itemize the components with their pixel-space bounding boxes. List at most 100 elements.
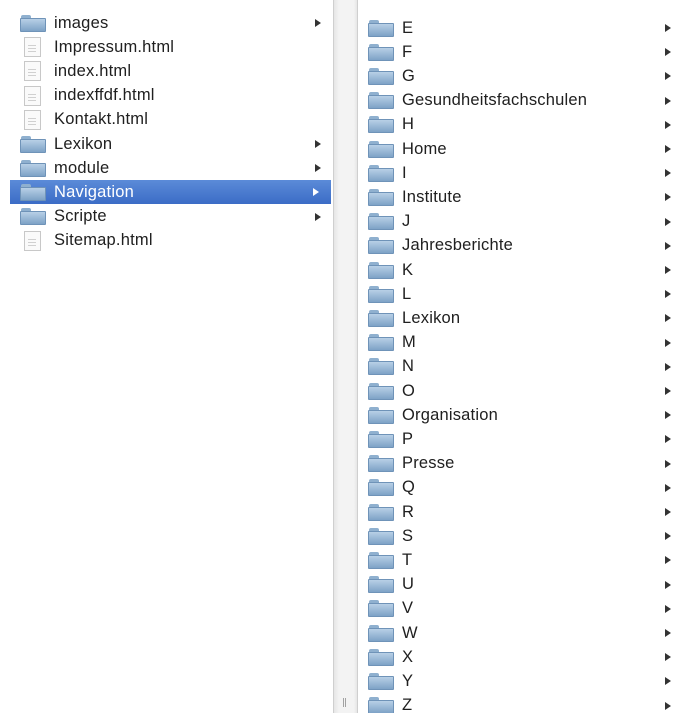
folder-icon — [368, 624, 394, 642]
disclosure-arrow-icon — [313, 188, 319, 197]
html-file-icon — [24, 109, 41, 130]
item-label: images — [54, 13, 109, 32]
item-label: T — [402, 550, 413, 569]
item-label: Jahresberichte — [402, 236, 514, 255]
item-label: P — [402, 429, 414, 448]
disclosure-arrow-icon — [665, 169, 671, 178]
column-resize-grip-icon[interactable]: || — [342, 698, 347, 708]
folder-icon — [368, 382, 394, 400]
item-label: Organisation — [402, 405, 498, 424]
folder-icon — [368, 140, 394, 158]
folder-item[interactable]: Z — [358, 694, 675, 713]
folder-item[interactable]: Lexikon — [358, 306, 675, 330]
disclosure-arrow-icon — [665, 459, 671, 468]
folder-item[interactable]: J — [358, 210, 675, 234]
file-item[interactable]: Kontakt.html — [0, 108, 333, 132]
folder-icon — [368, 527, 394, 545]
disclosure-arrow-icon — [665, 48, 671, 57]
folder-icon — [368, 551, 394, 569]
disclosure-arrow-icon — [665, 290, 671, 299]
folder-item[interactable]: V — [358, 597, 675, 621]
folder-item[interactable]: Presse — [358, 452, 675, 476]
folder-icon — [20, 135, 46, 153]
item-label: H — [402, 115, 415, 134]
file-item[interactable]: indexffdf.html — [0, 84, 333, 108]
folder-item[interactable]: Gesundheitsfachschulen — [358, 89, 675, 113]
item-label: Presse — [402, 454, 455, 473]
folder-item[interactable]: Organisation — [358, 403, 675, 427]
item-label: G — [402, 66, 416, 85]
folder-item[interactable]: L — [358, 282, 675, 306]
item-label: N — [402, 357, 415, 376]
item-label: M — [402, 333, 416, 352]
folder-item[interactable]: N — [358, 355, 675, 379]
file-item[interactable]: index.html — [0, 59, 333, 83]
left-column[interactable]: images Impressum.html index.html indexffdf.… — [0, 0, 333, 713]
disclosure-arrow-icon — [665, 701, 671, 710]
folder-item[interactable]: S — [358, 524, 675, 548]
folder-item[interactable]: O — [358, 379, 675, 403]
folder-item[interactable]: R — [358, 500, 675, 524]
file-item[interactable]: Sitemap.html — [0, 229, 333, 253]
folder-item[interactable]: images — [0, 11, 333, 35]
disclosure-arrow-icon — [665, 362, 671, 371]
folder-item[interactable]: Lexikon — [0, 132, 333, 156]
disclosure-arrow-icon — [665, 508, 671, 516]
folder-item[interactable]: Navigation — [10, 180, 331, 205]
disclosure-arrow-icon — [665, 435, 671, 444]
item-label: Lexikon — [402, 308, 461, 327]
disclosure-arrow-icon — [665, 677, 671, 686]
disclosure-arrow-icon — [665, 580, 671, 589]
folder-icon — [368, 213, 394, 231]
disclosure-arrow-icon — [665, 653, 671, 662]
item-label: Q — [402, 478, 416, 497]
item-label: V — [402, 599, 414, 618]
folder-item[interactable]: Q — [358, 476, 675, 500]
folder-icon — [368, 92, 394, 110]
item-label: index.html — [54, 61, 132, 80]
folder-item[interactable]: F — [358, 40, 675, 64]
disclosure-arrow-icon — [665, 145, 671, 153]
folder-item[interactable]: module — [0, 156, 333, 180]
right-column[interactable]: E F G Gesundheitsfachschulen H Home I Institute… — [358, 0, 675, 713]
disclosure-arrow-icon — [665, 338, 671, 347]
folder-item[interactable]: H — [358, 113, 675, 137]
folder-item[interactable]: I — [358, 161, 675, 185]
folder-item[interactable]: Institute — [358, 185, 675, 209]
folder-item[interactable]: W — [358, 621, 675, 645]
folder-icon — [368, 503, 394, 521]
folder-item[interactable]: Jahresberichte — [358, 234, 675, 258]
folder-icon — [368, 479, 394, 497]
column-divider[interactable] — [333, 0, 358, 713]
folder-item[interactable]: T — [358, 548, 675, 572]
folder-icon — [368, 43, 394, 61]
disclosure-arrow-icon — [665, 532, 671, 541]
disclosure-arrow-icon — [665, 72, 671, 81]
folder-item[interactable]: E — [358, 16, 675, 40]
item-label: O — [402, 381, 416, 400]
folder-icon — [20, 159, 46, 177]
folder-item[interactable]: M — [358, 331, 675, 355]
folder-item[interactable]: Y — [358, 669, 675, 693]
folder-item[interactable]: Home — [358, 137, 675, 161]
item-label: indexffdf.html — [54, 86, 155, 105]
folder-icon — [20, 14, 46, 32]
folder-item[interactable]: X — [358, 645, 675, 669]
file-item[interactable]: Impressum.html — [0, 35, 333, 59]
folder-icon — [368, 455, 394, 473]
disclosure-arrow-icon — [665, 483, 671, 492]
folder-icon — [368, 19, 394, 37]
folder-item[interactable]: U — [358, 573, 675, 597]
disclosure-arrow-icon — [665, 217, 671, 226]
folder-icon — [368, 261, 394, 279]
item-label: K — [402, 260, 414, 279]
folder-item[interactable]: G — [358, 64, 675, 88]
disclosure-arrow-icon — [665, 193, 671, 202]
folder-icon — [368, 406, 394, 424]
item-label: R — [402, 502, 415, 521]
folder-item[interactable]: Scripte — [0, 205, 333, 229]
folder-item[interactable]: K — [358, 258, 675, 282]
folder-item[interactable]: P — [358, 427, 675, 451]
html-file-icon — [24, 230, 41, 251]
disclosure-arrow-icon — [665, 556, 671, 565]
